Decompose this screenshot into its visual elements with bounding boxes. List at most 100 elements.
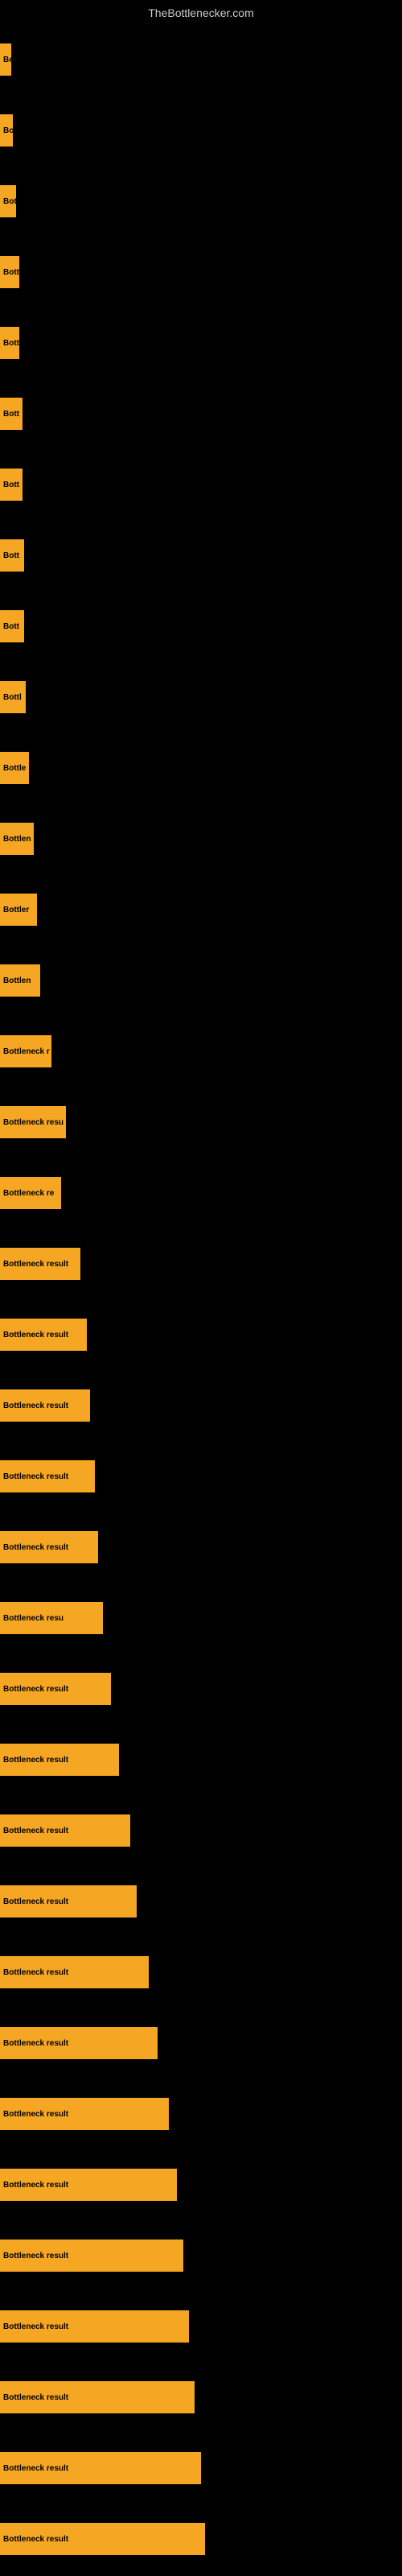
bar-text: Bottleneck result	[3, 1472, 68, 1481]
bar-text: Bottleneck result	[3, 2322, 68, 2331]
bar-text: Bottleneck result	[3, 1685, 68, 1694]
bar-row: Bott	[0, 520, 402, 591]
bar-row: Bott	[0, 308, 402, 378]
bar: Bottleneck result	[0, 1248, 80, 1280]
bar-text: Bottleneck r	[3, 1047, 50, 1056]
bar: Bottleneck r	[0, 1035, 51, 1067]
bar-row: Bottleneck result	[0, 1795, 402, 1866]
bar-text: Bottleneck resu	[3, 1614, 64, 1623]
bar-row: Bottleneck resu	[0, 1583, 402, 1653]
bar-row: Bottleneck result	[0, 2220, 402, 2291]
bar-row: Bottlen	[0, 945, 402, 1016]
bar-row: Bot	[0, 166, 402, 237]
bar-row: Bott	[0, 378, 402, 449]
bar-row: Bottleneck result	[0, 1724, 402, 1795]
bar-row: Bottleneck result	[0, 1512, 402, 1583]
bar: Bottleneck result	[0, 2523, 205, 2555]
bars-container: Bo Bo Bot Bott Bott Bott Bott Bott Bott Bottl Bott…	[0, 24, 402, 2574]
bar-text: Bottlen	[3, 976, 31, 985]
bar: Bo	[0, 114, 13, 147]
bar-text: Bott	[3, 410, 19, 419]
bar-text: Bottle	[3, 764, 26, 773]
bar-text: Bo	[3, 56, 11, 64]
bar-row: Bottleneck result	[0, 2433, 402, 2504]
bar-row: Bottleneck r	[0, 1016, 402, 1087]
bar-row: Bottleneck result	[0, 2079, 402, 2149]
bar-row: Bottlen	[0, 803, 402, 874]
bar-row: Bottleneck result	[0, 1866, 402, 1937]
bar: Bot	[0, 185, 16, 217]
bar-text: Bottleneck result	[3, 1968, 68, 1977]
bar-text: Bottleneck result	[3, 2039, 68, 2048]
bar: Bottleneck result	[0, 2381, 195, 2413]
bar: Bottleneck resu	[0, 1602, 103, 1634]
bar: Bottleneck result	[0, 2310, 189, 2343]
bar-text: Bottleneck result	[3, 1402, 68, 1410]
bar: Bottleneck result	[0, 1885, 137, 1918]
bar: Bottleneck result	[0, 1673, 111, 1705]
bar: Bo	[0, 43, 11, 76]
bar-text: Bott	[3, 339, 19, 348]
bar: Bott	[0, 398, 23, 430]
bar-text: Bottleneck result	[3, 1756, 68, 1765]
bar-row: Bottleneck resu	[0, 1087, 402, 1158]
bar-row: Bottleneck result	[0, 1441, 402, 1512]
bar-row: Bottleneck result	[0, 2362, 402, 2433]
bar: Bottleneck result	[0, 1531, 98, 1563]
bar-text: Bott	[3, 622, 19, 631]
bar-row: Bott	[0, 237, 402, 308]
bar: Bott	[0, 539, 24, 572]
bar-row: Bo	[0, 95, 402, 166]
bar-row: Bottleneck re	[0, 1158, 402, 1228]
bar-row: Bott	[0, 449, 402, 520]
bar-row: Bottleneck result	[0, 2008, 402, 2079]
bar: Bottleneck result	[0, 2169, 177, 2201]
bar-row: Bottler	[0, 874, 402, 945]
bar-text: Bott	[3, 481, 19, 489]
bar-row: Bottl	[0, 662, 402, 733]
bar-row: Bottleneck result	[0, 1370, 402, 1441]
bar-row: Bo	[0, 24, 402, 95]
bar-row: Bottleneck result	[0, 1937, 402, 2008]
bar-text: Bot	[3, 197, 16, 206]
bar-text: Bottleneck result	[3, 2110, 68, 2119]
bar: Bottleneck result	[0, 1389, 90, 1422]
bar-row: Bottleneck result	[0, 2504, 402, 2574]
bar-text: Bottleneck result	[3, 1897, 68, 1906]
bar-text: Bottleneck result	[3, 1827, 68, 1835]
bar-row: Bottleneck result	[0, 2291, 402, 2362]
site-title: TheBottlenecker.com	[0, 0, 402, 23]
bar: Bottleneck result	[0, 2027, 158, 2059]
bar-text: Bottlen	[3, 835, 31, 844]
bar: Bott	[0, 256, 19, 288]
bar-text: Bott	[3, 268, 19, 277]
bar: Bottle	[0, 752, 29, 784]
bar: Bottleneck result	[0, 2452, 201, 2484]
bar: Bott	[0, 469, 23, 501]
bar-row: Bottleneck result	[0, 2149, 402, 2220]
bar: Bottlen	[0, 823, 34, 855]
bar: Bottleneck result	[0, 2098, 169, 2130]
bar-row: Bottleneck result	[0, 1653, 402, 1724]
bar-text: Bottleneck result	[3, 2252, 68, 2260]
bar: Bottleneck resu	[0, 1106, 66, 1138]
bar-text: Bottleneck result	[3, 1543, 68, 1552]
bar-text: Bottleneck re	[3, 1189, 54, 1198]
bar-text: Bottleneck result	[3, 2393, 68, 2402]
bar-text: Bottleneck result	[3, 1331, 68, 1340]
bar: Bottleneck result	[0, 1460, 95, 1492]
bar-text: Bottleneck result	[3, 2535, 68, 2544]
bar-text: Bott	[3, 551, 19, 560]
bar-text: Bo	[3, 126, 13, 135]
bar: Bottleneck result	[0, 2240, 183, 2272]
bar: Bottleneck result	[0, 1956, 149, 1988]
bar-row: Bottle	[0, 733, 402, 803]
bar: Bott	[0, 610, 24, 642]
bar: Bottlen	[0, 964, 40, 997]
bar-text: Bottleneck result	[3, 2464, 68, 2473]
bar: Bottleneck result	[0, 1814, 130, 1847]
bar-row: Bottleneck result	[0, 1228, 402, 1299]
bar-row: Bott	[0, 591, 402, 662]
bar: Bottleneck re	[0, 1177, 61, 1209]
bar-text: Bottleneck result	[3, 1260, 68, 1269]
